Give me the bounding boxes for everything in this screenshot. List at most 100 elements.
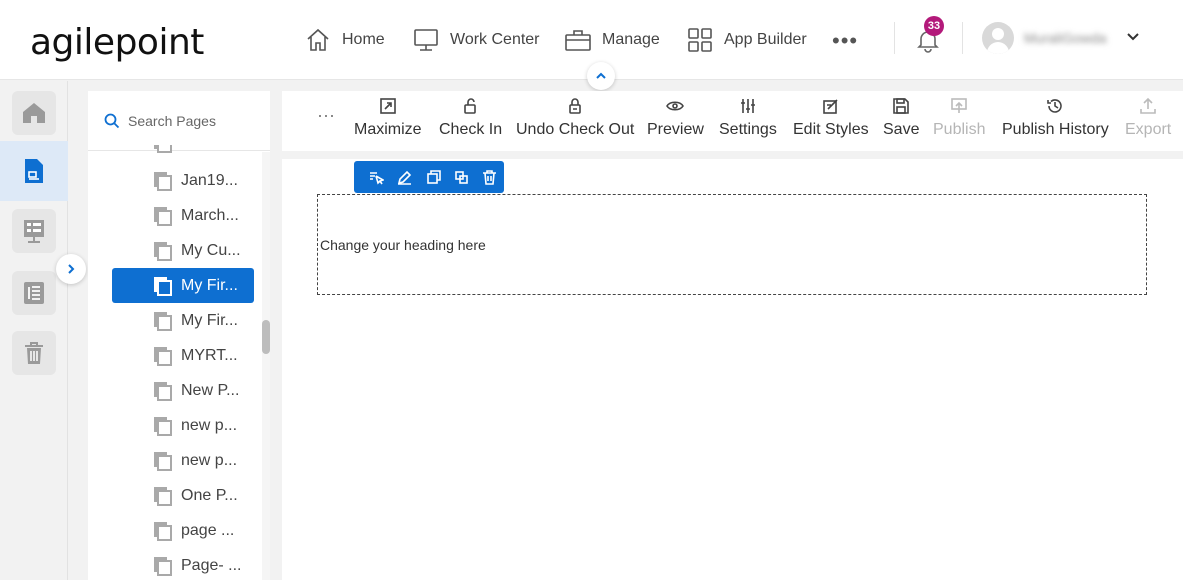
page-list-item-label: page ... (181, 521, 235, 539)
nav-work-center[interactable]: Work Center (412, 26, 540, 54)
page-copy-icon (154, 172, 172, 191)
pages-scrollbar-thumb[interactable] (262, 320, 270, 354)
search-icon (104, 113, 120, 128)
page-list-item[interactable]: new p... (112, 408, 254, 443)
chevron-up-icon (596, 72, 606, 79)
duplicate-widget-button[interactable] (447, 161, 475, 193)
page-copy-icon (154, 312, 172, 331)
history-icon (1047, 99, 1063, 113)
pages-panel: Jan19... March... My Cu... My Fir... My … (88, 91, 270, 580)
export-label: Export (1125, 121, 1172, 138)
toolbar-more-button[interactable]: ··· (317, 105, 335, 126)
page-copy-icon (154, 487, 172, 506)
more-menu-button[interactable]: ••• (832, 28, 858, 54)
nav-work-center-label: Work Center (450, 31, 540, 48)
maximize-icon (379, 98, 396, 114)
collapse-header-button[interactable] (587, 62, 615, 90)
save-icon (893, 98, 910, 114)
maximize-label: Maximize (354, 121, 422, 138)
expand-panel-button[interactable] (56, 254, 86, 284)
page-copy-icon (154, 452, 172, 471)
nav-manage-label: Manage (602, 31, 660, 48)
publish-history-button[interactable]: Publish History (1002, 97, 1109, 147)
page-list-item-label: New P... (181, 381, 240, 399)
edit-styles-button[interactable]: Edit Styles (793, 97, 869, 147)
page-copy-icon (154, 417, 172, 436)
nav-app-builder[interactable]: App Builder (686, 26, 807, 54)
preview-label: Preview (647, 121, 704, 138)
notification-count-badge: 33 (924, 16, 944, 36)
form-list-icon (24, 220, 44, 243)
page-copy-icon (154, 347, 172, 366)
nav-manage[interactable]: Manage (564, 26, 660, 54)
rail-home-button[interactable] (12, 91, 56, 135)
user-name[interactable]: MuraliGowda (1024, 30, 1106, 46)
page-list-item-label: My Fir... (181, 311, 238, 329)
briefcase-icon (565, 30, 591, 51)
rail-reports-button[interactable] (12, 271, 56, 315)
sliders-icon (740, 99, 755, 113)
page-list-item[interactable]: new p... (112, 443, 254, 478)
heading-text[interactable]: Change your heading here (320, 237, 486, 253)
trash-icon (483, 169, 497, 185)
nav-home[interactable]: Home (304, 26, 385, 54)
publish-history-label: Publish History (1002, 121, 1109, 138)
publish-label: Publish (933, 121, 986, 138)
page-list-item[interactable]: My Cu... (112, 233, 254, 268)
page-list-item-label: new p... (181, 416, 238, 434)
pages-scrollbar-track[interactable] (262, 152, 270, 580)
chevron-down-icon[interactable] (1126, 30, 1140, 44)
publish-button[interactable]: Publish (933, 97, 985, 147)
page-list-item[interactable]: MYRT... (112, 338, 254, 373)
user-avatar[interactable] (982, 22, 1014, 54)
page-list-item[interactable]: Page- ... (112, 548, 254, 580)
home-icon (307, 28, 329, 51)
check-in-button[interactable]: Check In (439, 97, 502, 147)
settings-button[interactable]: Settings (719, 97, 777, 147)
page-list-item[interactable]: My Fir... (112, 303, 254, 338)
rail-pages-button[interactable] (12, 149, 56, 193)
save-label: Save (883, 121, 920, 138)
preview-button[interactable]: Preview (647, 97, 704, 147)
page-list-item[interactable]: New P... (112, 373, 254, 408)
widget-action-toolbar (354, 161, 504, 193)
page-list-item[interactable]: March... (112, 198, 254, 233)
page-list-item-label: My Fir... (181, 276, 238, 294)
monitor-icon (414, 29, 438, 51)
check-in-label: Check In (439, 121, 503, 138)
page-list-item[interactable]: page ... (112, 513, 254, 548)
page-list-item[interactable]: One P... (112, 478, 254, 513)
page-list-item-label: Jan19... (181, 171, 238, 189)
nav-app-builder-label: App Builder (724, 31, 807, 48)
page-copy-icon (154, 207, 172, 226)
delete-widget-button[interactable] (476, 161, 504, 193)
home-icon (23, 103, 45, 123)
save-button[interactable]: Save (883, 97, 919, 147)
chevron-right-icon (68, 264, 75, 274)
rail-recycle-bin-button[interactable] (12, 331, 56, 375)
page-copy-icon (154, 145, 172, 153)
undo-check-out-button[interactable]: Undo Check Out (516, 97, 634, 147)
settings-label: Settings (719, 121, 777, 138)
export-icon (1140, 97, 1156, 114)
page-copy-icon (154, 242, 172, 261)
rail-forms-button[interactable] (12, 209, 56, 253)
edit-widget-button[interactable] (390, 161, 418, 193)
select-cursor-icon (369, 171, 384, 185)
select-parent-button[interactable] (362, 161, 390, 193)
page-list-item[interactable]: Jan19... (112, 163, 254, 198)
pencil-icon (398, 170, 412, 185)
page-copy-icon (154, 277, 172, 296)
nav-divider (894, 22, 895, 54)
list-item[interactable] (112, 145, 254, 161)
search-pages-box (88, 91, 270, 151)
page-copy-icon (154, 557, 172, 576)
trash-icon (25, 342, 43, 364)
copy-widget-button[interactable] (419, 161, 447, 193)
page-list-item-selected[interactable]: My Fir... (112, 268, 254, 303)
page-list-item-label: One P... (181, 486, 238, 504)
search-pages-input[interactable] (128, 112, 258, 129)
export-button[interactable]: Export (1125, 97, 1171, 147)
maximize-button[interactable]: Maximize (354, 97, 422, 147)
agilepoint-logo[interactable]: agilepoint (30, 22, 204, 63)
